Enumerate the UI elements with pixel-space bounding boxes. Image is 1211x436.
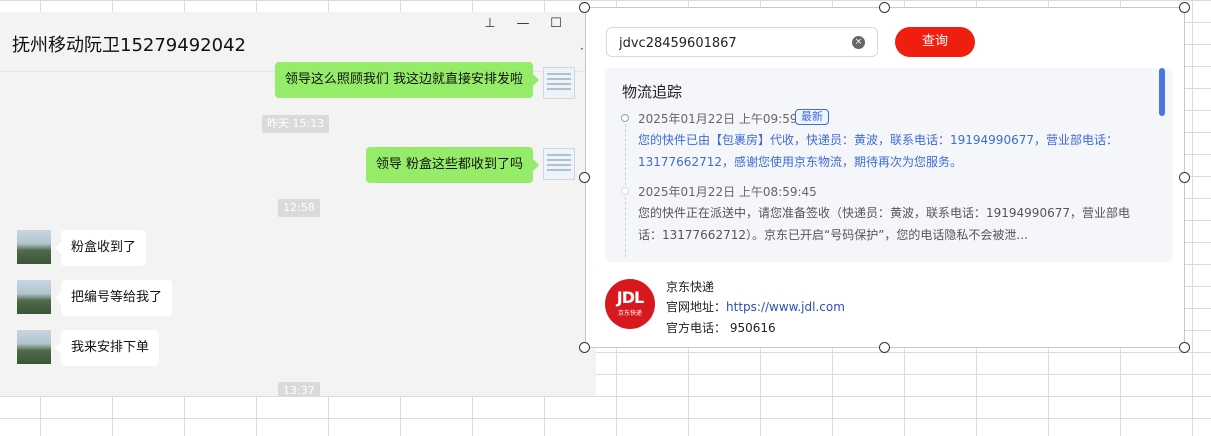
chat-title: 抚州移动阮卫15279492042	[12, 35, 246, 56]
maximize-icon[interactable]: ☐	[546, 16, 566, 31]
avatar-contact[interactable]	[17, 330, 51, 364]
event-time: 2025年01月22日 上午08:59:45	[638, 185, 817, 199]
avatar-contact[interactable]	[17, 230, 51, 264]
event-time: 2025年01月22日 上午09:59:54	[638, 112, 817, 126]
message-bubble-sent[interactable]: 领导 粉盒这些都收到了吗	[365, 147, 540, 183]
message-bubble-received[interactable]: 我来安排下单	[54, 330, 160, 366]
timeline-dot-icon	[621, 114, 629, 122]
timestamp: 13:37	[278, 382, 320, 396]
logo-text: JDL	[616, 288, 644, 307]
clear-icon[interactable]: ×	[852, 36, 865, 49]
event-description: 您的快件正在派送中，请您准备签收（快递员：黄波，联系电话：19194990677…	[638, 206, 1130, 242]
resize-handle[interactable]	[1179, 172, 1190, 183]
jdl-logo: JDL 京东快递	[605, 279, 655, 329]
resize-handle[interactable]	[879, 2, 890, 13]
pin-icon[interactable]: ⊥	[480, 16, 500, 31]
phone-number: 950616	[729, 321, 776, 335]
chat-window: 抚州移动阮卫15279492042 ⊥ — ☐ · 领导这么照顾我们 我这边就直…	[0, 12, 596, 396]
avatar-contact[interactable]	[17, 280, 51, 314]
avatar-self[interactable]	[543, 67, 575, 99]
company-website-row: 官网地址：https://www.jdl.com	[666, 298, 845, 315]
avatar-self[interactable]	[543, 148, 575, 180]
resize-handle[interactable]	[579, 342, 590, 353]
resize-handle[interactable]	[579, 2, 590, 13]
message-bubble-received[interactable]: 把编号等给我了	[54, 280, 173, 316]
timeline-line	[625, 124, 626, 190]
timeline-dot-icon	[621, 187, 629, 195]
tracking-card: × 查询 物流追踪 2025年01月22日 上午09:59:54 最新 您的快件…	[585, 7, 1185, 348]
phone-label: 官方电话：	[666, 321, 727, 335]
tracking-number-input[interactable]	[619, 34, 849, 52]
timestamp: 昨天 15:13	[262, 115, 330, 133]
resize-handle[interactable]	[579, 172, 590, 183]
website-link[interactable]: https://www.jdl.com	[726, 300, 845, 314]
resize-handle[interactable]	[1179, 342, 1190, 353]
query-button[interactable]: 查询	[895, 27, 975, 57]
latest-badge: 最新	[795, 109, 829, 125]
tracking-panel: 物流追踪 2025年01月22日 上午09:59:54 最新 您的快件已由【包裹…	[605, 68, 1173, 262]
section-title: 物流追踪	[622, 83, 683, 101]
timeline-line	[625, 197, 626, 257]
website-label: 官网地址：	[666, 300, 727, 314]
timestamp: 12:58	[278, 199, 320, 217]
logo-subtext: 京东快递	[617, 310, 642, 317]
company-phone-row: 官方电话： 950616	[666, 319, 776, 336]
more-menu-icon[interactable]: ·	[580, 42, 584, 56]
scrollbar[interactable]	[1159, 68, 1165, 116]
event-description: 您的快件已由【包裹房】代收，快递员：黄波，联系电话：19194990677，营业…	[638, 133, 1118, 169]
company-name: 京东快递	[666, 280, 715, 294]
message-bubble-sent[interactable]: 领导这么照顾我们 我这边就直接安排发啦	[274, 62, 540, 98]
resize-handle[interactable]	[879, 342, 890, 353]
message-bubble-received[interactable]: 粉盒收到了	[54, 230, 147, 266]
minimize-icon[interactable]: —	[513, 16, 533, 31]
search-box[interactable]: ×	[606, 27, 878, 57]
resize-handle[interactable]	[1179, 2, 1190, 13]
